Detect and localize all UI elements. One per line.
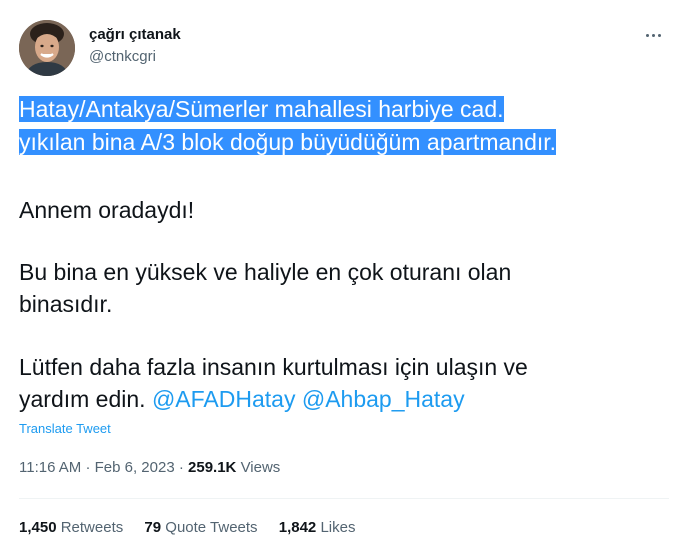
more-options-button[interactable]	[640, 24, 666, 46]
likes-stat[interactable]: 1,842 Likes	[279, 519, 356, 536]
tweet-meta: 11:16 AM · Feb 6, 2023 · 259.1K Views	[19, 459, 280, 476]
tweet-text-line: yardım edin. @AFADHatay @Ahbap_Hatay	[19, 383, 669, 415]
meta-separator: ·	[85, 459, 91, 476]
tweet-text-line: Annem oradaydı!	[19, 197, 195, 223]
meta-separator: ·	[178, 459, 184, 476]
views-label: Views	[240, 459, 281, 476]
tweet-text-line: binasıdır.	[19, 291, 113, 317]
tweet-stats: 1,450 Retweets 79 Quote Tweets 1,842 Lik…	[19, 519, 372, 536]
retweets-count: 1,450	[19, 519, 57, 536]
author-handle[interactable]: @ctnkcgri	[89, 48, 156, 65]
quote-tweets-count: 79	[144, 519, 162, 536]
selected-text: yıkılan bina A/3 blok doğup büyüdüğüm ap…	[19, 129, 557, 155]
translate-tweet-link[interactable]: Translate Tweet	[19, 421, 111, 436]
tweet-date[interactable]: Feb 6, 2023	[95, 459, 175, 476]
tweet-text-line: Hatay/Antakya/Sümerler mahallesi harbiye…	[19, 93, 669, 125]
tweet-text-fragment: yardım edin.	[19, 386, 146, 412]
mention-link-afadhatay[interactable]: @AFADHatay	[152, 386, 296, 412]
tweet-text-line: Lütfen daha fazla insanın kurtulması içi…	[19, 354, 528, 380]
mention-link-ahbap-hatay[interactable]: @Ahbap_Hatay	[302, 386, 465, 412]
avatar[interactable]	[19, 20, 75, 76]
likes-label: Likes	[320, 519, 356, 536]
author-display-name[interactable]: çağrı çıtanak	[89, 26, 181, 43]
avatar-image	[19, 20, 75, 76]
more-horizontal-icon-dot	[657, 33, 661, 37]
tweet-time[interactable]: 11:16 AM	[19, 459, 81, 476]
more-horizontal-icon	[645, 33, 649, 37]
retweets-label: Retweets	[60, 519, 124, 536]
quote-tweets-stat[interactable]: 79 Quote Tweets	[144, 519, 257, 536]
retweets-stat[interactable]: 1,450 Retweets	[19, 519, 123, 536]
divider	[19, 498, 669, 499]
quote-tweets-label: Quote Tweets	[165, 519, 258, 536]
tweet-text-line: yıkılan bina A/3 blok doğup büyüdüğüm ap…	[19, 126, 669, 158]
views-count: 259.1K	[188, 459, 237, 476]
more-horizontal-icon-dot	[651, 33, 655, 37]
likes-count: 1,842	[278, 519, 317, 536]
selected-text: Hatay/Antakya/Sümerler mahallesi harbiye…	[19, 96, 504, 122]
tweet-text-line: Bu bina en yüksek ve haliyle en çok otur…	[19, 259, 512, 285]
tweet-card: çağrı çıtanak @ctnkcgri Hatay/Antakya/Sü…	[0, 0, 675, 555]
